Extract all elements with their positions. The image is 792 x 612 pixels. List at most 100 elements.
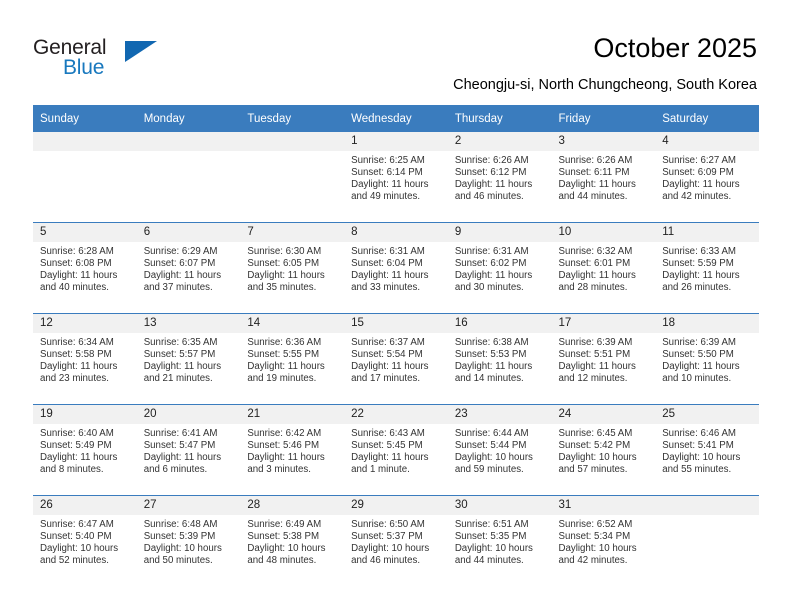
calendar-day-cell[interactable]: 7 Sunrise: 6:30 AM Sunset: 6:05 PM Daylight… xyxy=(240,222,345,314)
calendar-day-cell[interactable] xyxy=(240,132,345,223)
day-sunset-text: Sunset: 5:45 PM xyxy=(351,440,423,452)
day-daylight-text: and 17 minutes. xyxy=(351,373,421,385)
day-details: Sunrise: 6:38 AM Sunset: 5:53 PM Daylight:… xyxy=(448,333,552,385)
day-number: 28 xyxy=(240,496,345,515)
calendar-day-cell[interactable]: 24 Sunrise: 6:45 AM Sunset: 5:42 PM Dayligh… xyxy=(551,404,656,496)
day-daylight-text: Daylight: 11 hours xyxy=(143,452,222,464)
day-daylight-text: Daylight: 10 hours xyxy=(143,543,222,555)
day-daylight-text: Daylight: 11 hours xyxy=(351,361,429,373)
calendar-day-cell[interactable]: 11 Sunrise: 6:33 AM Sunset: 5:59 PM Dayligh… xyxy=(655,222,759,314)
day-sunset-text: Sunset: 6:12 PM xyxy=(454,167,527,179)
calendar-day-cell[interactable]: 21 Sunrise: 6:42 AM Sunset: 5:46 PM Dayligh… xyxy=(240,404,345,496)
calendar-day-cell[interactable]: 26 Sunrise: 6:47 AM Sunset: 5:40 PM Dayligh… xyxy=(33,495,137,586)
day-number: 14 xyxy=(240,314,345,333)
calendar-day-cell[interactable] xyxy=(655,495,759,586)
day-sunrise-text: Sunrise: 6:40 AM xyxy=(40,428,114,439)
weekday-header-saturday: Saturday xyxy=(655,105,759,132)
calendar-day-cell[interactable] xyxy=(33,132,137,223)
day-daylight-text: Daylight: 11 hours xyxy=(454,270,533,282)
day-number xyxy=(655,496,759,515)
calendar-day-cell[interactable]: 18 Sunrise: 6:39 AM Sunset: 5:50 PM Dayligh… xyxy=(655,313,759,405)
day-details: Sunrise: 6:52 AM Sunset: 5:34 PM Daylight:… xyxy=(552,515,656,567)
day-number: 9 xyxy=(447,223,552,242)
calendar-day-cell[interactable]: 23 Sunrise: 6:44 AM Sunset: 5:44 PM Dayligh… xyxy=(447,404,552,496)
generalblue-logo[interactable]: General Blue xyxy=(33,36,203,88)
calendar-day-cell[interactable]: 28 Sunrise: 6:49 AM Sunset: 5:38 PM Dayligh… xyxy=(240,495,345,586)
calendar-day-cell[interactable]: 6 Sunrise: 6:29 AM Sunset: 6:07 PM Daylight… xyxy=(136,222,241,314)
day-daylight-text: Daylight: 11 hours xyxy=(143,361,222,373)
day-sunrise-text: Sunrise: 6:27 AM xyxy=(662,155,736,166)
day-details: Sunrise: 6:51 AM Sunset: 5:35 PM Daylight:… xyxy=(448,515,552,567)
calendar-day-cell[interactable]: 15 Sunrise: 6:37 AM Sunset: 5:54 PM Dayligh… xyxy=(344,313,448,405)
day-details: Sunrise: 6:32 AM Sunset: 6:01 PM Daylight:… xyxy=(552,242,656,294)
calendar-day-cell[interactable]: 3 Sunrise: 6:26 AM Sunset: 6:11 PM Daylight… xyxy=(551,132,656,223)
day-daylight-text: and 28 minutes. xyxy=(558,282,628,294)
calendar-day-cell[interactable]: 2 Sunrise: 6:26 AM Sunset: 6:12 PM Daylight… xyxy=(447,132,552,223)
calendar-day-cell[interactable]: 10 Sunrise: 6:32 AM Sunset: 6:01 PM Dayligh… xyxy=(551,222,656,314)
day-sunrise-text: Sunrise: 6:35 AM xyxy=(143,337,218,348)
day-sunrise-text: Sunrise: 6:32 AM xyxy=(558,246,633,257)
calendar-day-cell[interactable]: 5 Sunrise: 6:28 AM Sunset: 6:08 PM Daylight… xyxy=(33,222,137,314)
day-daylight-text: Daylight: 10 hours xyxy=(662,452,741,464)
logo-text-blue: Blue xyxy=(63,56,105,79)
calendar-day-cell[interactable]: 1 Sunrise: 6:25 AM Sunset: 6:14 PM Daylight… xyxy=(344,132,448,223)
day-number: 26 xyxy=(33,496,137,515)
calendar-container: Sunday Monday Tuesday Wednesday Thursday… xyxy=(33,105,759,586)
day-sunrise-text: Sunrise: 6:41 AM xyxy=(143,428,218,439)
calendar-day-cell[interactable]: 8 Sunrise: 6:31 AM Sunset: 6:04 PM Daylight… xyxy=(344,222,448,314)
calendar-day-cell[interactable]: 12 Sunrise: 6:34 AM Sunset: 5:58 PM Dayligh… xyxy=(33,313,137,405)
calendar-day-cell[interactable]: 20 Sunrise: 6:41 AM Sunset: 5:47 PM Dayligh… xyxy=(136,404,241,496)
day-number: 8 xyxy=(344,223,448,242)
day-details: Sunrise: 6:45 AM Sunset: 5:42 PM Daylight:… xyxy=(552,424,656,476)
calendar-day-cell[interactable]: 19 Sunrise: 6:40 AM Sunset: 5:49 PM Dayligh… xyxy=(33,404,137,496)
day-sunrise-text: Sunrise: 6:26 AM xyxy=(454,155,529,166)
calendar-day-cell[interactable]: 14 Sunrise: 6:36 AM Sunset: 5:55 PM Dayligh… xyxy=(240,313,345,405)
calendar-day-cell[interactable]: 22 Sunrise: 6:43 AM Sunset: 5:45 PM Dayligh… xyxy=(344,404,448,496)
day-sunset-text: Sunset: 6:02 PM xyxy=(454,258,527,270)
calendar-day-cell[interactable]: 30 Sunrise: 6:51 AM Sunset: 5:35 PM Dayligh… xyxy=(447,495,552,586)
day-daylight-text: Daylight: 10 hours xyxy=(454,543,533,555)
calendar-day-cell[interactable]: 25 Sunrise: 6:46 AM Sunset: 5:41 PM Dayligh… xyxy=(655,404,759,496)
calendar-day-cell[interactable]: 27 Sunrise: 6:48 AM Sunset: 5:39 PM Dayligh… xyxy=(136,495,241,586)
day-daylight-text: and 26 minutes. xyxy=(662,282,732,294)
day-sunrise-text: Sunrise: 6:26 AM xyxy=(558,155,633,166)
day-details: Sunrise: 6:39 AM Sunset: 5:51 PM Daylight:… xyxy=(552,333,656,385)
day-details: Sunrise: 6:36 AM Sunset: 5:55 PM Daylight:… xyxy=(240,333,344,385)
day-sunset-text: Sunset: 5:37 PM xyxy=(351,531,423,543)
calendar-day-cell[interactable]: 29 Sunrise: 6:50 AM Sunset: 5:37 PM Dayligh… xyxy=(344,495,448,586)
calendar-day-cell[interactable]: 13 Sunrise: 6:35 AM Sunset: 5:57 PM Dayligh… xyxy=(136,313,241,405)
day-number: 12 xyxy=(33,314,137,333)
calendar-day-cell[interactable]: 4 Sunrise: 6:27 AM Sunset: 6:09 PM Daylight… xyxy=(655,132,759,223)
day-daylight-text: and 44 minutes. xyxy=(454,555,524,567)
day-number: 29 xyxy=(344,496,448,515)
day-daylight-text: and 35 minutes. xyxy=(247,282,317,294)
day-daylight-text: and 6 minutes. xyxy=(143,464,208,476)
day-daylight-text: and 10 minutes. xyxy=(662,373,732,385)
calendar-day-cell[interactable]: 17 Sunrise: 6:39 AM Sunset: 5:51 PM Dayligh… xyxy=(551,313,656,405)
day-daylight-text: and 52 minutes. xyxy=(40,555,109,567)
day-sunrise-text: Sunrise: 6:33 AM xyxy=(662,246,736,257)
day-details: Sunrise: 6:34 AM Sunset: 5:58 PM Daylight:… xyxy=(33,333,137,385)
day-daylight-text: Daylight: 11 hours xyxy=(454,361,533,373)
day-number: 1 xyxy=(344,132,448,151)
day-sunset-text: Sunset: 6:11 PM xyxy=(558,167,630,179)
day-number: 3 xyxy=(551,132,656,151)
calendar-day-cell[interactable] xyxy=(136,132,241,223)
day-sunset-text: Sunset: 5:46 PM xyxy=(247,440,320,452)
day-daylight-text: and 57 minutes. xyxy=(558,464,628,476)
day-sunrise-text: Sunrise: 6:29 AM xyxy=(143,246,218,257)
day-details: Sunrise: 6:50 AM Sunset: 5:37 PM Daylight:… xyxy=(344,515,448,567)
day-daylight-text: and 48 minutes. xyxy=(247,555,317,567)
day-sunset-text: Sunset: 6:14 PM xyxy=(351,167,423,179)
calendar-day-cell[interactable]: 31 Sunrise: 6:52 AM Sunset: 5:34 PM Dayligh… xyxy=(551,495,656,586)
day-details: Sunrise: 6:26 AM Sunset: 6:11 PM Daylight:… xyxy=(552,151,656,203)
calendar-day-cell[interactable]: 16 Sunrise: 6:38 AM Sunset: 5:53 PM Dayligh… xyxy=(447,313,552,405)
day-daylight-text: and 1 minute. xyxy=(351,464,410,476)
weekday-header-wednesday: Wednesday xyxy=(344,105,448,132)
calendar-day-cell[interactable]: 9 Sunrise: 6:31 AM Sunset: 6:02 PM Daylight… xyxy=(447,222,552,314)
day-sunset-text: Sunset: 5:39 PM xyxy=(143,531,216,543)
calendar-week-row: 26 Sunrise: 6:47 AM Sunset: 5:40 PM Dayligh… xyxy=(33,495,759,586)
day-sunset-text: Sunset: 5:47 PM xyxy=(143,440,216,452)
day-sunrise-text: Sunrise: 6:34 AM xyxy=(40,337,114,348)
day-number: 13 xyxy=(136,314,241,333)
